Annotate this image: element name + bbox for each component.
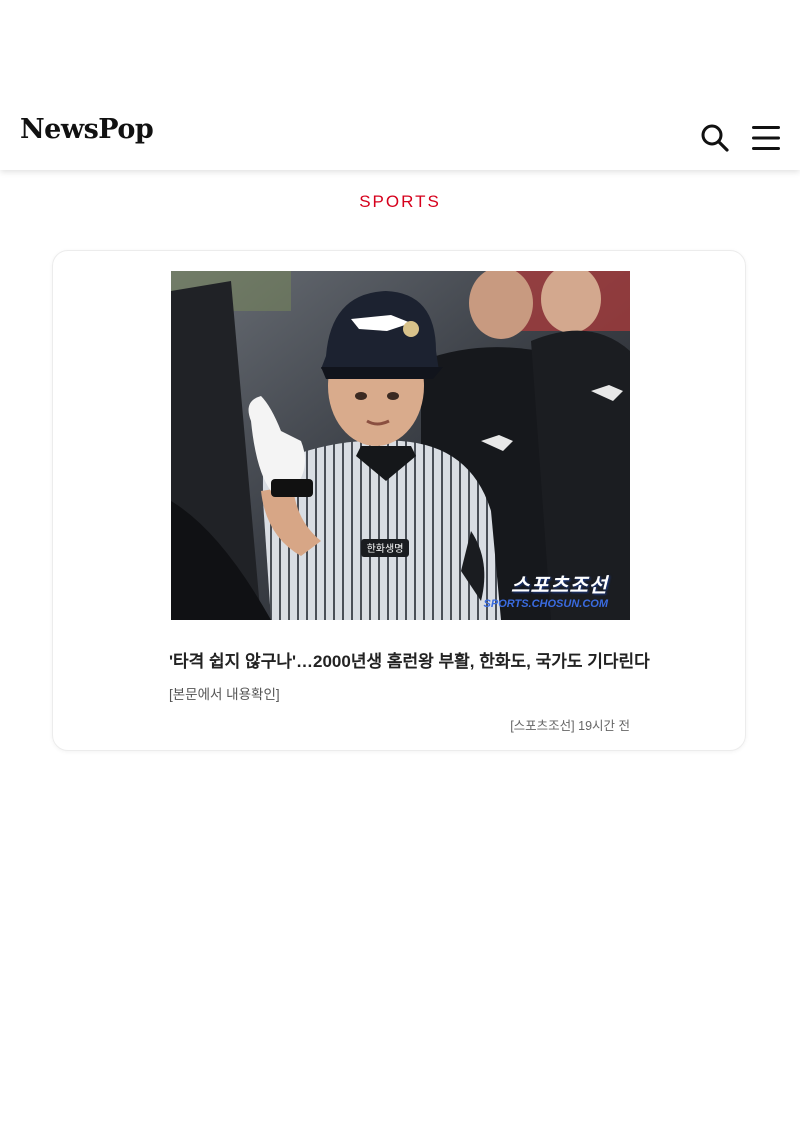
newspop-logo[interactable]: NewsPop — [20, 114, 154, 145]
article-source-time: [스포츠조선] 19시간 전 — [510, 719, 630, 733]
category-label: SPORTS — [359, 192, 441, 211]
photo-watermark: 스포츠조선 SPORTS.CHOSUN.COM — [484, 569, 608, 610]
app-header: NewsPop — [0, 0, 800, 170]
article-card[interactable]: 한화생명 스포츠조선 SPORTS.CHOSUN.COM '타격 쉽지 않구나'… — [52, 250, 746, 751]
search-button[interactable] — [699, 122, 731, 154]
watermark-main: 스포츠조선 — [511, 575, 608, 597]
article-summary: [본문에서 내용확인] — [169, 687, 280, 702]
hamburger-menu-icon — [752, 126, 780, 150]
menu-button[interactable] — [751, 124, 781, 152]
article-photo[interactable]: 한화생명 스포츠조선 SPORTS.CHOSUN.COM — [171, 271, 630, 620]
article-headline[interactable]: '타격 쉽지 않구나'…2000년생 홈런왕 부활, 한화도, 국가도 기다린다 — [169, 647, 650, 672]
search-icon — [701, 124, 729, 152]
jersey-patch-text: 한화생명 — [367, 543, 404, 555]
baseball-player-photo: 한화생명 — [171, 271, 630, 620]
watermark-sub: SPORTS.CHOSUN.COM — [483, 598, 608, 610]
